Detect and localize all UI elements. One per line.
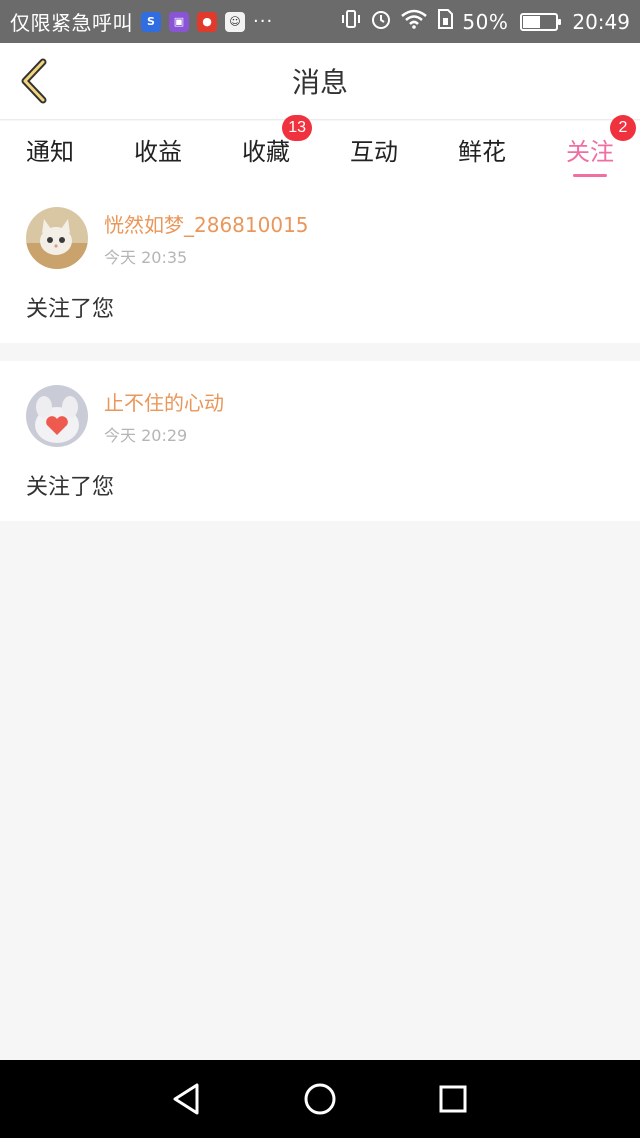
alarm-icon	[370, 8, 392, 35]
navigation-bar	[0, 1060, 640, 1138]
tab-label: 通知	[26, 137, 74, 166]
carrier-text: 仅限紧急呼叫	[10, 11, 133, 35]
battery-percent: 50%	[462, 9, 509, 34]
home-nav-button[interactable]	[298, 1077, 342, 1121]
message-text: 关注了您	[26, 297, 115, 322]
page-title: 消息	[291, 66, 348, 99]
header: 消息	[0, 43, 640, 120]
more-icon: ···	[253, 11, 274, 32]
tab-notifications[interactable]: 通知	[26, 121, 74, 177]
tab-label: 关注	[566, 137, 614, 166]
recents-nav-button[interactable]	[431, 1077, 475, 1121]
tab-label: 收益	[134, 137, 182, 166]
gallery-app-icon: ▣	[169, 11, 189, 32]
tab-label: 鲜花	[458, 137, 506, 166]
sender-name[interactable]: 恍然如梦_286810015	[104, 209, 309, 238]
avatar[interactable]	[26, 385, 88, 447]
tab-flowers[interactable]: 鲜花	[458, 121, 506, 177]
follows-count-badge: 2	[610, 115, 636, 141]
chat-app-icon: ☺	[225, 11, 245, 32]
message-text: 关注了您	[26, 475, 115, 500]
shield-app-icon: S	[141, 11, 161, 32]
favorites-count-badge: 13	[282, 115, 312, 141]
message-time: 今天 20:29	[104, 425, 188, 445]
tab-label: 收藏	[242, 137, 290, 166]
sender-name[interactable]: 止不住的心动	[104, 387, 224, 416]
chevron-left-icon	[21, 58, 47, 104]
battery-icon	[520, 12, 562, 31]
tab-favorites[interactable]: 收藏 13	[242, 115, 312, 177]
back-button[interactable]	[14, 57, 54, 105]
back-nav-button[interactable]	[165, 1077, 209, 1121]
square-recents-icon	[439, 1085, 467, 1113]
triangle-back-icon	[173, 1083, 199, 1115]
avatar[interactable]	[26, 207, 88, 269]
tab-earnings[interactable]: 收益	[134, 121, 182, 177]
tab-follows[interactable]: 关注 2	[566, 115, 636, 177]
status-time: 20:49	[572, 9, 630, 34]
circle-home-icon	[304, 1083, 336, 1115]
tab-bar: 通知 收益 收藏 13 互动 鲜花 关注 2	[0, 115, 640, 183]
vibrate-icon	[340, 9, 362, 34]
message-time: 今天 20:35	[104, 247, 188, 267]
tab-label: 互动	[350, 137, 398, 166]
message-list: 恍然如梦_286810015 今天 20:35 关注了您 止不住的心动 今天 2…	[0, 183, 640, 521]
message-item[interactable]: 恍然如梦_286810015 今天 20:35 关注了您	[0, 183, 640, 343]
status-bar: 仅限紧急呼叫 S ▣ ● ☺ ··· 50% 20:49	[0, 0, 640, 43]
tab-interactions[interactable]: 互动	[350, 121, 398, 177]
red-app-icon: ●	[197, 11, 217, 32]
message-item[interactable]: 止不住的心动 今天 20:29 关注了您	[0, 361, 640, 521]
wifi-icon	[400, 9, 428, 34]
sim-icon	[436, 8, 454, 35]
